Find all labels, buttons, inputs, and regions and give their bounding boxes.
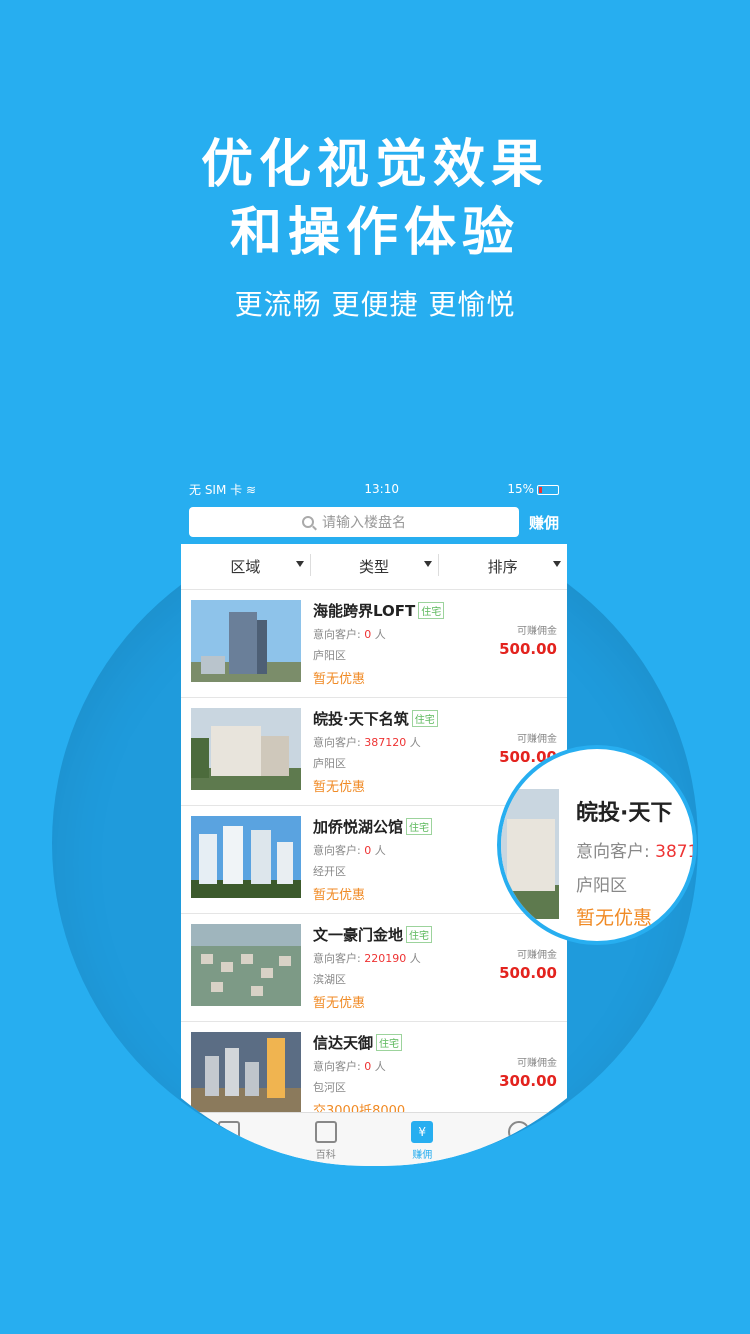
listing-name: 文一豪门金地	[313, 926, 404, 944]
listing-type-tag: 住宅	[418, 602, 444, 619]
zoom-district: 庐阳区	[576, 876, 627, 896]
filter-bar: 区域 类型 排序	[181, 544, 567, 590]
property-photo	[191, 708, 301, 790]
tab-home[interactable]	[181, 1113, 278, 1168]
clock: 13:10	[364, 482, 399, 496]
commission-value: 500.00	[499, 964, 557, 982]
zoom-promo: 暂无优惠	[576, 907, 653, 929]
filter-region[interactable]: 区域	[181, 556, 310, 577]
dropdown-arrow-icon	[296, 561, 304, 567]
commission-value: 300.00	[499, 1072, 557, 1090]
commission-label: 可赚佣金	[517, 626, 557, 637]
search-placeholder: 请输入楼盘名	[321, 515, 406, 531]
tab-earn-commission[interactable]: ¥ 赚佣	[374, 1113, 471, 1168]
listing-promo: 暂无优惠	[313, 996, 366, 1011]
home-icon	[218, 1121, 240, 1143]
filter-type[interactable]: 类型	[310, 556, 439, 577]
dropdown-arrow-icon	[424, 561, 432, 567]
listing-name: 加侨悦湖公馆	[313, 818, 404, 836]
search-bar: 请输入楼盘名 赚佣	[181, 500, 567, 544]
book-icon	[315, 1121, 337, 1143]
filter-sort[interactable]: 排序	[438, 556, 567, 577]
list-item[interactable]: 文一豪门金地 住宅 意向客户: 220190 人 滨湖区 暂无优惠 可赚佣金 50…	[181, 914, 567, 1022]
listing-type-tag: 住宅	[376, 1034, 402, 1051]
zoom-listing-name: 皖投·天下	[576, 801, 673, 826]
battery-icon	[537, 485, 559, 495]
property-photo	[191, 924, 301, 1006]
zoom-magnifier: 皖投·天下 意向客户: 3871 庐阳区 暂无优惠	[497, 745, 697, 945]
search-icon	[302, 516, 314, 528]
headline-subtitle: 更流畅 更便捷 更愉悦	[234, 288, 516, 321]
tab-bar: 百科 ¥ 赚佣	[181, 1112, 567, 1168]
wifi-icon: ≋	[245, 482, 257, 497]
listing-name: 海能跨界LOFT	[313, 602, 416, 620]
battery-status: 15%	[507, 482, 559, 496]
tab-profile[interactable]	[471, 1113, 568, 1168]
property-photo	[191, 1032, 301, 1114]
dropdown-arrow-icon	[553, 561, 561, 567]
status-bar: 无 SIM 卡 ≋ 13:10 15%	[181, 478, 567, 500]
zoom-intent-count: 意向客户: 3871	[576, 842, 697, 862]
tab-encyclopedia[interactable]: 百科	[278, 1113, 375, 1168]
commission-label: 可赚佣金	[517, 1058, 557, 1069]
listing-name: 信达天御	[313, 1034, 374, 1052]
commission-value: 500.00	[499, 640, 557, 658]
zoom-property-photo	[501, 789, 559, 919]
listing-promo: 暂无优惠	[313, 672, 366, 687]
headline-line2: 和操作体验	[229, 203, 520, 263]
listing-type-tag: 住宅	[412, 710, 438, 727]
carrier-label: 无 SIM 卡 ≋	[189, 482, 257, 497]
commission-label: 可赚佣金	[517, 950, 557, 961]
headline-line1: 优化视觉效果	[200, 135, 549, 195]
commission-label: 可赚佣金	[517, 734, 557, 745]
earn-commission-button[interactable]: 赚佣	[529, 512, 559, 533]
search-input[interactable]: 请输入楼盘名	[189, 507, 519, 537]
list-item[interactable]: 海能跨界LOFT 住宅 意向客户: 0 人 庐阳区 暂无优惠 可赚佣金 500.0…	[181, 590, 567, 698]
ticket-icon: ¥	[411, 1121, 433, 1143]
property-photo	[191, 600, 301, 682]
property-photo	[191, 816, 301, 898]
listing-type-tag: 住宅	[406, 818, 432, 835]
listing-type-tag: 住宅	[406, 926, 432, 943]
listing-name: 皖投·天下名筑	[313, 710, 409, 728]
